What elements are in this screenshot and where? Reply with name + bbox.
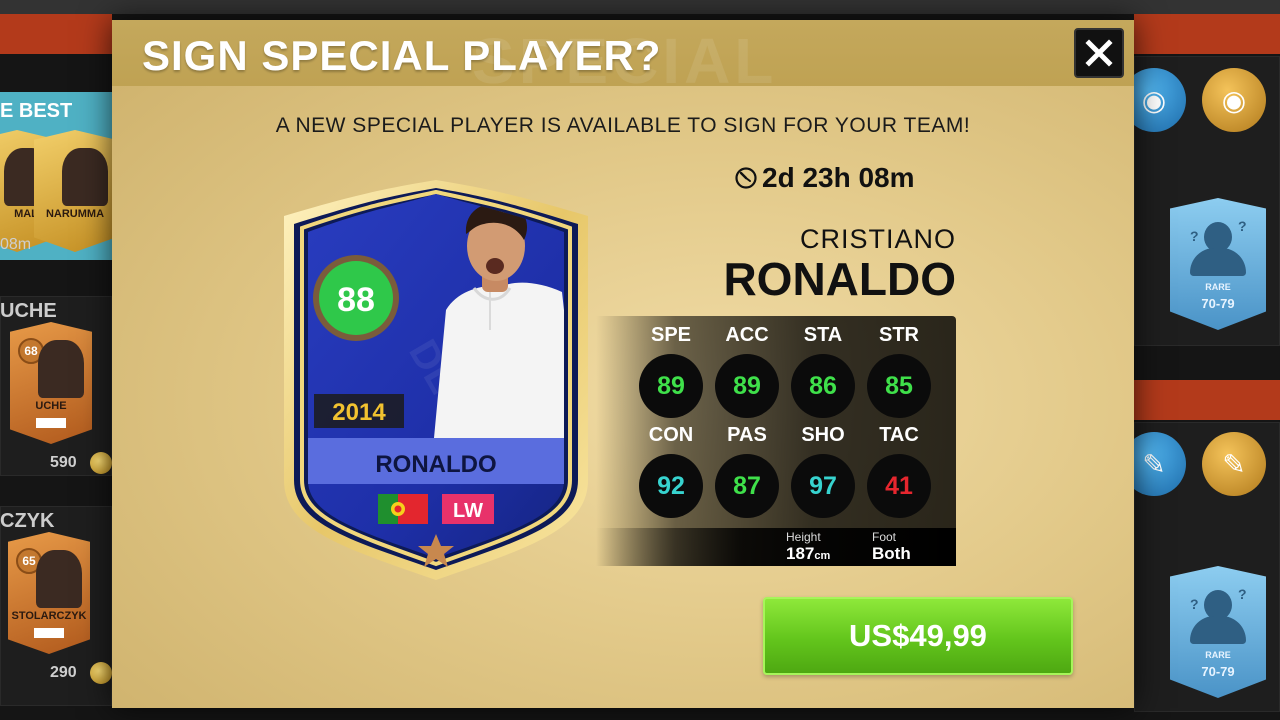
bg-section-label: UCHE	[0, 300, 57, 322]
height-label: Height	[786, 530, 821, 544]
stat-value: 89	[639, 354, 703, 418]
player-photo	[38, 340, 84, 398]
position-badge: LW	[453, 500, 483, 522]
bg-coin-value: 590	[50, 454, 77, 471]
rarity-label: RARE	[1205, 650, 1231, 660]
height-unit: cm	[814, 550, 831, 562]
stat-sta: STA 86	[790, 322, 856, 418]
stat-label: SPE	[650, 324, 692, 346]
player-photo	[62, 148, 108, 206]
contract-icon[interactable]: ✎	[1202, 432, 1266, 496]
stat-sho: SHO 97	[790, 422, 856, 518]
card-player-name: RONALDO	[375, 451, 496, 478]
stat-str: STR 85	[866, 322, 932, 418]
modal-subtitle: A NEW SPECIAL PLAYER IS AVAILABLE TO SIG…	[275, 114, 971, 137]
stat-label: PAS	[727, 424, 767, 446]
binoculars-icon[interactable]: ◉	[1202, 68, 1266, 132]
bg-mini-card[interactable]: 68 UCHE	[10, 322, 92, 444]
mini-card-name: STOLARCZYK	[11, 610, 87, 622]
bg-mini-card[interactable]: 65 STOLARCZYK	[8, 532, 90, 654]
player-photo	[36, 550, 82, 608]
player-info-strip: Height 187cm Foot Both	[596, 528, 956, 566]
foot-info: Foot Both	[872, 530, 911, 564]
close-button[interactable]	[1074, 28, 1124, 78]
stat-acc: ACC 89	[714, 322, 780, 418]
stat-value: 89	[715, 354, 779, 418]
stat-label: SHO	[801, 424, 845, 446]
height-info: Height 187cm	[786, 530, 830, 564]
player-year: 2014	[332, 399, 386, 426]
rarity-label: RARE	[1205, 282, 1231, 292]
coin-icon	[90, 452, 112, 474]
stat-value: 86	[791, 354, 855, 418]
stat-label: ACC	[725, 324, 769, 346]
bg-timer-fragment: 08m	[0, 236, 32, 253]
modal-title: SIGN SPECIAL PLAYER?	[142, 32, 662, 79]
stat-tac: TAC 41	[866, 422, 932, 518]
player-first-name: CRISTIANO	[799, 224, 956, 254]
mini-card-name: NARUMMA	[45, 208, 105, 220]
player-last-name: RONALDO	[723, 253, 956, 305]
bg-header-strip	[0, 14, 112, 54]
mini-card-position	[36, 418, 66, 428]
stat-value: 87	[715, 454, 779, 518]
stat-label: STA	[803, 324, 843, 346]
foot-label: Foot	[872, 530, 897, 544]
coin-icon	[90, 662, 112, 684]
bg-best-label: E BEST	[0, 100, 73, 122]
rating-range: 70-79	[1201, 664, 1235, 679]
rating-range: 70-79	[1201, 296, 1235, 311]
stat-label: STR	[879, 324, 919, 346]
mini-card-name: UCHE	[35, 400, 67, 412]
bg-coin-value: 290	[50, 664, 77, 681]
stat-con: CON 92	[638, 422, 704, 518]
buy-button[interactable]: US$49,99	[763, 597, 1073, 675]
bg-header-strip	[1134, 380, 1280, 420]
clock-icon	[735, 167, 757, 189]
stat-value: 41	[867, 454, 931, 518]
foot-value: Both	[872, 544, 911, 563]
stats-panel: SPE 89 ACC 89 STA 86 STR 85 CON 92 PAS 8…	[596, 316, 956, 566]
sign-player-modal: SPECIAL SIGN SPECIAL PLAYER? A NEW SPECI…	[112, 20, 1134, 708]
stat-value: 85	[867, 354, 931, 418]
stat-value: 97	[791, 454, 855, 518]
modal-header: SPECIAL SIGN SPECIAL PLAYER?	[112, 20, 1134, 86]
offer-timer: 2d 23h 08m	[734, 162, 915, 194]
stat-value: 92	[639, 454, 703, 518]
mini-card-position	[34, 628, 64, 638]
timer-value: 2d 23h 08m	[762, 162, 915, 193]
height-value: 187	[786, 544, 815, 563]
stat-spe: SPE 89	[638, 322, 704, 418]
close-icon	[1085, 39, 1113, 67]
bg-header-strip	[1134, 14, 1280, 54]
bg-mini-card[interactable]: NARUMMA	[34, 130, 116, 252]
bg-section-label: CZYK	[0, 510, 55, 532]
portugal-flag	[378, 494, 428, 524]
stat-label: CON	[648, 424, 694, 446]
player-rating: 88	[337, 281, 375, 319]
stat-label: TAC	[879, 424, 919, 446]
background-top-bar	[0, 0, 1280, 14]
rare-pack-badge[interactable]: ? ? RARE 70-79	[1170, 566, 1266, 698]
player-card: DLS DLS 88 2014 RONALDO	[284, 180, 588, 580]
stat-pas: PAS 87	[714, 422, 780, 518]
rare-pack-badge[interactable]: ? ? RARE 70-79	[1170, 198, 1266, 330]
